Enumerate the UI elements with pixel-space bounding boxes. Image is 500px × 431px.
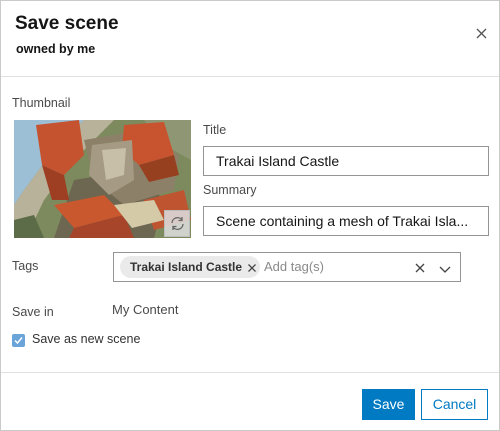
save-in-label: Save in	[12, 305, 54, 319]
cancel-button[interactable]: Cancel	[421, 389, 488, 420]
save-button[interactable]: Save	[362, 389, 415, 420]
checkmark-icon	[14, 337, 23, 345]
close-icon	[248, 264, 256, 272]
close-icon	[476, 28, 487, 39]
thumbnail-image[interactable]	[14, 120, 191, 238]
footer-divider	[1, 372, 499, 373]
refresh-icon	[171, 217, 184, 230]
clear-tags-button[interactable]	[414, 261, 426, 273]
tag-input[interactable]: Add tag(s)	[264, 259, 324, 274]
tag-chip-label: Trakai Island Castle	[130, 260, 243, 274]
save-as-new-checkbox[interactable]	[12, 334, 25, 347]
dialog-header: Save scene owned by me	[1, 1, 499, 77]
close-icon	[415, 263, 425, 273]
tags-combobox[interactable]: Trakai Island Castle Add tag(s)	[113, 252, 461, 282]
save-as-new-label[interactable]: Save as new scene	[32, 332, 140, 346]
tag-chip[interactable]: Trakai Island Castle	[120, 256, 260, 278]
tags-label: Tags	[12, 259, 39, 273]
chevron-down-icon	[439, 266, 451, 273]
summary-label: Summary	[203, 183, 257, 197]
title-label: Title	[203, 123, 227, 137]
title-input[interactable]: Trakai Island Castle	[203, 146, 489, 176]
remove-tag-button[interactable]	[246, 261, 258, 273]
save-in-value: My Content	[112, 302, 179, 317]
refresh-thumbnail-button[interactable]	[164, 210, 190, 237]
summary-input[interactable]: Scene containing a mesh of Trakai Isla..…	[203, 206, 489, 236]
dialog-subtitle: owned by me	[16, 42, 96, 56]
tags-dropdown-button[interactable]	[438, 262, 452, 273]
thumbnail-label: Thumbnail	[12, 96, 71, 110]
close-button[interactable]	[471, 23, 493, 45]
save-scene-dialog: Save scene owned by me Thumbnail Title T…	[0, 0, 500, 431]
dialog-title: Save scene	[15, 13, 119, 34]
